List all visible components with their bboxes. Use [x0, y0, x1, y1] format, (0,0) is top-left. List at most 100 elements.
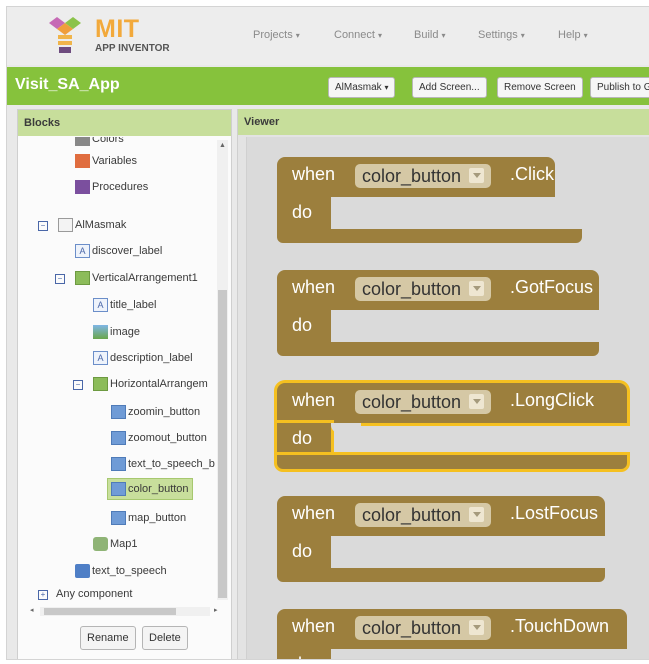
tree-item-text-to-speech[interactable]: text_to_speech [75, 561, 167, 581]
tree-item-label: Variables [92, 155, 138, 167]
tree-item-procedures[interactable]: Procedures [75, 177, 148, 197]
when-label: when [292, 164, 336, 184]
tree-item-label: zoomout_button [128, 432, 207, 444]
component-name: color_button [362, 392, 462, 412]
event-name: .Click [510, 164, 554, 184]
delete-button[interactable]: Delete [142, 626, 188, 650]
tree-item-discover-label[interactable]: Adiscover_label [75, 241, 162, 261]
event-name: .TouchDown [510, 616, 610, 636]
scrollbar-thumb[interactable] [44, 608, 176, 615]
tree-item-text-to-speech-button[interactable]: text_to_speech_b [111, 454, 215, 474]
block-footer [277, 568, 605, 582]
procedures-icon [75, 180, 90, 195]
tree-item-label: Procedures [92, 181, 149, 193]
when-label: when [292, 390, 336, 410]
tree-item-zoomout-button[interactable]: zoomout_button [111, 428, 207, 448]
tree-item-label: AlMasmak [75, 219, 127, 231]
tree-item-zoomin-button[interactable]: zoomin_button [111, 402, 200, 422]
dropdown-arrow-icon [469, 506, 485, 522]
nav-build[interactable]: Build ▾ [414, 29, 445, 41]
tree-item-title-label[interactable]: Atitle_label [93, 295, 156, 315]
do-label: do [292, 315, 313, 335]
collapse-toggle-icon[interactable]: − [38, 221, 48, 231]
component-dropdown[interactable]: color_button [355, 616, 492, 640]
event-name: .LongClick [510, 390, 595, 410]
component-name: color_button [362, 505, 462, 525]
do-label: do [292, 654, 312, 659]
nav-connect[interactable]: Connect ▾ [334, 29, 382, 41]
scroll-up-icon[interactable]: ▲ [219, 142, 226, 149]
nav-settings[interactable]: Settings ▾ [478, 29, 525, 41]
component-dropdown[interactable]: color_button [355, 503, 492, 527]
tree-item-label: zoomin_button [128, 406, 201, 418]
nav-projects[interactable]: Projects ▾ [253, 29, 300, 41]
nav-settings-label: Settings [478, 29, 518, 41]
nav-build-label: Build [414, 29, 439, 41]
caret-down-icon: ▾ [384, 83, 389, 92]
nav-help[interactable]: Help ▾ [558, 29, 588, 41]
button-icon [111, 405, 126, 420]
tree-item-colors[interactable]: Colors [75, 137, 124, 149]
collapse-toggle-icon[interactable]: − [55, 274, 65, 284]
tree-item-label: Any component [56, 588, 133, 600]
tree-horizontal-scrollbar[interactable]: ◂ ▸ [30, 607, 218, 616]
tree-item-label: text_to_speech_b [128, 458, 215, 470]
event-name: .GotFocus [510, 277, 594, 297]
nav-help-label: Help [558, 29, 581, 41]
blocks-panel: Blocks Colors Variables Procedures − AlM… [17, 109, 232, 659]
rename-button[interactable]: Rename [80, 626, 136, 650]
tree-item-label: text_to_speech [92, 565, 167, 577]
tree-item-any-component[interactable]: Any component [56, 584, 132, 602]
app-inventor-logo[interactable]: MIT APP INVENTOR [45, 13, 185, 59]
app-frame: MIT APP INVENTOR Projects ▾ Connect ▾ Buil… [6, 6, 649, 660]
image-icon [93, 325, 108, 340]
component-dropdown[interactable]: color_button [355, 390, 492, 414]
publish-button[interactable]: Publish to G [590, 77, 649, 98]
tree-vertical-scrollbar[interactable]: ▲ [217, 140, 228, 600]
button-icon [111, 431, 126, 446]
viewer-panel-title: Viewer [238, 109, 649, 135]
logo-mit-text: MIT [95, 15, 140, 43]
project-toolbar: Visit_SA_App AlMasmak ▾ Add Screen... Re… [7, 67, 649, 105]
add-screen-button[interactable]: Add Screen... [412, 77, 487, 98]
tree-item-map1[interactable]: Map1 [93, 534, 138, 554]
block-notch [331, 536, 361, 546]
tree-item-label: Colors [92, 137, 124, 145]
tree-item-image[interactable]: image [93, 322, 140, 342]
tree-item-map-button[interactable]: map_button [111, 508, 186, 528]
tree-item-variables[interactable]: Variables [75, 151, 137, 171]
tree-item-horizontalarrangement[interactable]: HorizontalArrangem [93, 374, 208, 394]
scroll-left-icon[interactable]: ◂ [30, 606, 34, 614]
blocks-workspace[interactable]: when color_button .Click do when color_b… [246, 137, 649, 659]
scroll-right-icon[interactable]: ▸ [214, 606, 218, 614]
component-name: color_button [362, 279, 462, 299]
tree-item-label: map_button [128, 512, 187, 524]
expand-toggle-icon[interactable]: + [38, 590, 48, 600]
component-dropdown[interactable]: color_button [355, 164, 492, 188]
screen-icon [58, 218, 73, 233]
project-title: Visit_SA_App [15, 76, 120, 93]
tree-item-label: discover_label [92, 245, 163, 257]
dropdown-arrow-icon [469, 280, 485, 296]
tree-item-almasmak[interactable]: AlMasmak [58, 215, 126, 235]
screen-select-label: AlMasmak [335, 82, 382, 93]
caret-down-icon: ▾ [295, 31, 300, 40]
caret-down-icon: ▾ [520, 31, 525, 40]
tree-item-label: image [110, 326, 140, 338]
scrollbar-thumb[interactable] [218, 290, 227, 598]
horizontal-arrangement-icon [93, 377, 108, 392]
viewer-panel: Viewer when color_button .Click do when [237, 109, 649, 659]
tree-item-verticalarrangement1[interactable]: VerticalArrangement1 [75, 268, 198, 288]
collapse-toggle-icon[interactable]: − [73, 380, 83, 390]
remove-screen-button[interactable]: Remove Screen [497, 77, 583, 98]
component-dropdown[interactable]: color_button [355, 277, 492, 301]
screen-select-dropdown[interactable]: AlMasmak ▾ [328, 77, 396, 98]
block-notch [331, 423, 361, 433]
tree-item-label: VerticalArrangement1 [92, 272, 198, 284]
block-notch [331, 310, 361, 320]
block-footer [277, 229, 582, 243]
top-bar: MIT APP INVENTOR Projects ▾ Connect ▾ Buil… [7, 7, 649, 65]
tree-item-color-button[interactable]: color_button [107, 478, 193, 500]
tree-item-label: description_label [110, 352, 193, 364]
tree-item-description-label[interactable]: Adescription_label [93, 348, 193, 368]
